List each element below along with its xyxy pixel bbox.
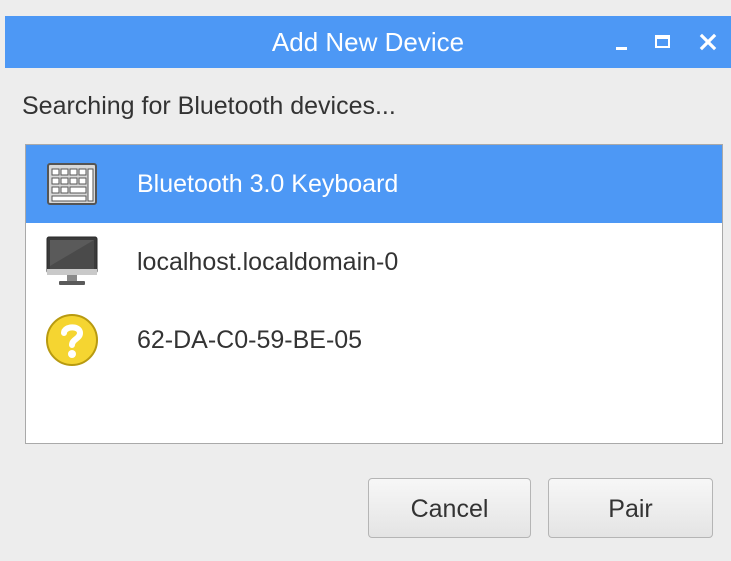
device-name: localhost.localdomain-0 (137, 248, 399, 276)
cancel-button[interactable]: Cancel (368, 478, 531, 538)
device-name: 62-DA-C0-59-BE-05 (137, 326, 363, 354)
search-status-label: Searching for Bluetooth devices... (22, 92, 396, 120)
computer-monitor-icon (46, 236, 98, 285)
device-row-computer[interactable]: localhost.localdomain-0 (26, 223, 722, 301)
keyboard-icon (47, 163, 97, 205)
close-icon (699, 33, 717, 51)
unknown-device-question-icon (46, 314, 98, 366)
device-row-keyboard[interactable]: Bluetooth 3.0 Keyboard (26, 145, 722, 223)
maximize-icon (655, 35, 670, 48)
close-button[interactable] (694, 27, 724, 57)
minimize-button[interactable] (610, 27, 640, 57)
add-device-dialog: Add New Device Searching for Bluetooth d… (5, 16, 731, 561)
pair-button[interactable]: Pair (548, 478, 713, 538)
device-row-unknown[interactable]: 62-DA-C0-59-BE-05 (26, 301, 722, 379)
device-name: Bluetooth 3.0 Keyboard (137, 170, 399, 198)
maximize-button[interactable] (648, 27, 678, 57)
device-list[interactable]: Bluetooth 3.0 Keyboard localhost.localdo… (25, 144, 723, 444)
title-bar[interactable]: Add New Device (5, 16, 731, 68)
minimize-icon (616, 47, 627, 50)
